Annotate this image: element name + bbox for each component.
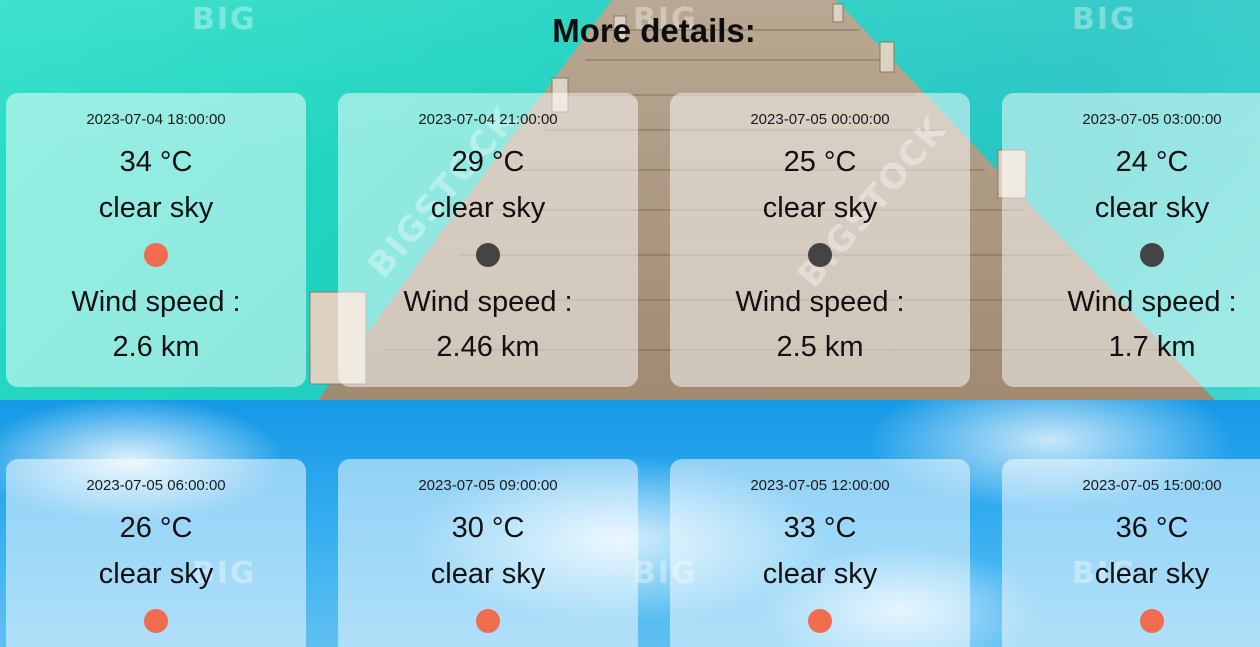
wind-speed-label: Wind speed : xyxy=(735,286,905,318)
forecast-datetime: 2023-07-05 00:00:00 xyxy=(750,111,890,128)
forecast-datetime: 2023-07-05 03:00:00 xyxy=(1082,111,1222,128)
forecast-card: 2023-07-04 18:00:00 34 °C clear sky Wind… xyxy=(6,93,306,387)
forecast-temperature: 26 °C xyxy=(119,512,193,544)
forecast-description: clear sky xyxy=(98,192,214,224)
forecast-description: clear sky xyxy=(430,558,546,590)
forecast-description: clear sky xyxy=(1094,558,1210,590)
forecast-temperature: 29 °C xyxy=(451,146,525,178)
moon-dot-icon xyxy=(808,243,832,267)
forecast-card: 2023-07-05 06:00:00 26 °C clear sky xyxy=(6,459,306,647)
forecast-description: clear sky xyxy=(98,558,214,590)
forecast-datetime: 2023-07-05 09:00:00 xyxy=(418,477,558,494)
wind-speed-label: Wind speed : xyxy=(1067,286,1237,318)
forecast-datetime: 2023-07-04 18:00:00 xyxy=(86,111,226,128)
wind-speed-label: Wind speed : xyxy=(71,286,241,318)
forecast-datetime: 2023-07-05 06:00:00 xyxy=(86,477,226,494)
forecast-card: 2023-07-05 09:00:00 30 °C clear sky xyxy=(338,459,638,647)
forecast-datetime: 2023-07-05 12:00:00 xyxy=(750,477,890,494)
forecast-temperature: 36 °C xyxy=(1115,512,1189,544)
sun-dot-icon xyxy=(476,609,500,633)
moon-dot-icon xyxy=(476,243,500,267)
forecast-temperature: 34 °C xyxy=(119,146,193,178)
forecast-temperature: 33 °C xyxy=(783,512,857,544)
forecast-datetime: 2023-07-05 15:00:00 xyxy=(1082,477,1222,494)
wind-speed-label: Wind speed : xyxy=(403,286,573,318)
forecast-description: clear sky xyxy=(430,192,546,224)
moon-dot-icon xyxy=(1140,243,1164,267)
wind-speed-value: 2.6 km xyxy=(112,331,200,363)
forecast-description: clear sky xyxy=(762,192,878,224)
sun-dot-icon xyxy=(144,609,168,633)
sun-dot-icon xyxy=(144,243,168,267)
page-title: More details: xyxy=(552,12,756,49)
wind-speed-value: 1.7 km xyxy=(1108,331,1196,363)
sun-dot-icon xyxy=(808,609,832,633)
forecast-datetime: 2023-07-04 21:00:00 xyxy=(418,111,558,128)
forecast-card: 2023-07-04 21:00:00 29 °C clear sky Wind… xyxy=(338,93,638,387)
forecast-card: 2023-07-05 15:00:00 36 °C clear sky xyxy=(1002,459,1260,647)
wind-speed-value: 2.46 km xyxy=(436,331,540,363)
forecast-description: clear sky xyxy=(762,558,878,590)
forecast-temperature: 30 °C xyxy=(451,512,525,544)
forecast-description: clear sky xyxy=(1094,192,1210,224)
forecast-card: 2023-07-05 12:00:00 33 °C clear sky xyxy=(670,459,970,647)
forecast-temperature: 25 °C xyxy=(783,146,857,178)
sun-dot-icon xyxy=(1140,609,1164,633)
forecast-card: 2023-07-05 03:00:00 24 °C clear sky Wind… xyxy=(1002,93,1260,387)
forecast-card: 2023-07-05 00:00:00 25 °C clear sky Wind… xyxy=(670,93,970,387)
forecast-temperature: 24 °C xyxy=(1115,146,1189,178)
wind-speed-value: 2.5 km xyxy=(776,331,864,363)
